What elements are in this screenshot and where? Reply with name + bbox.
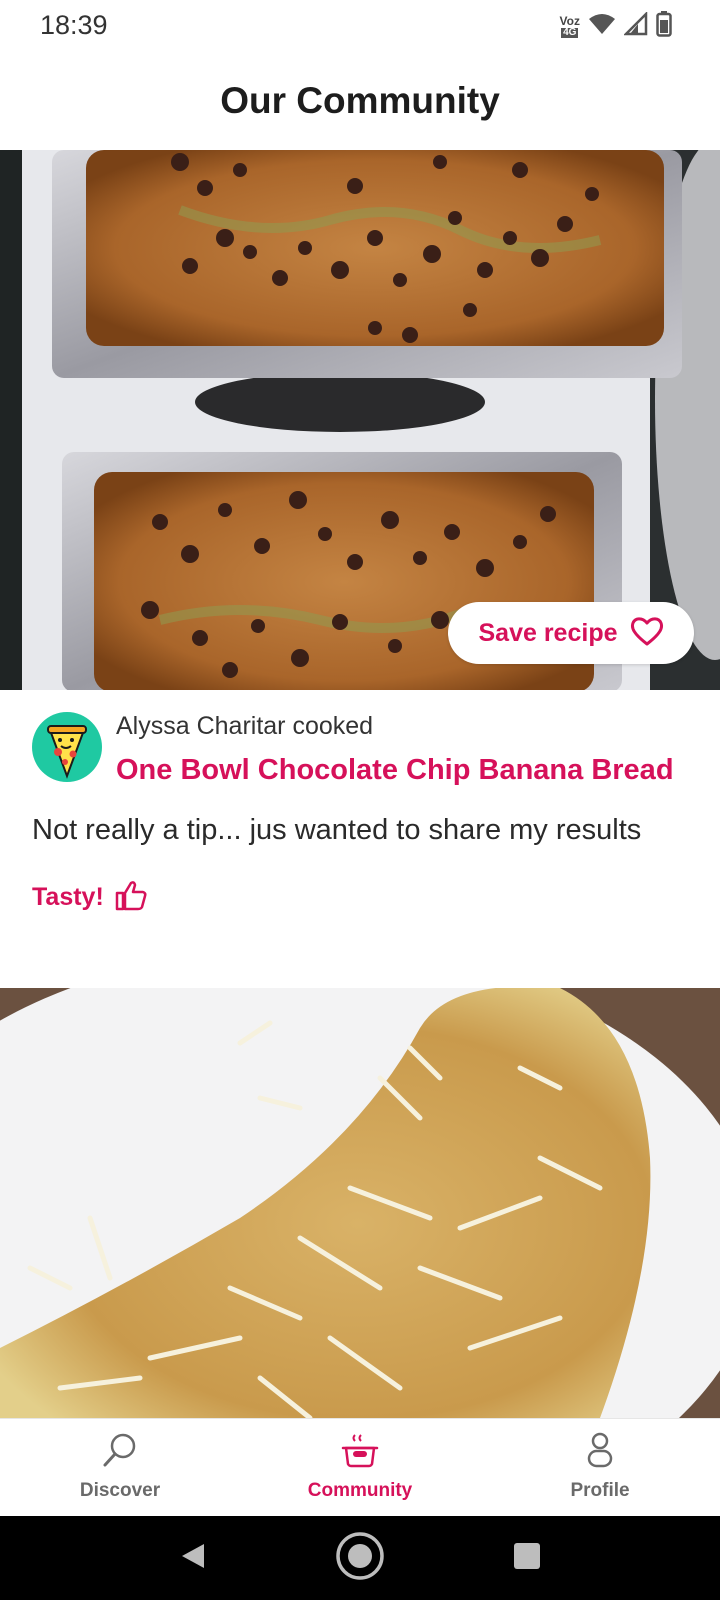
bottom-nav: Discover Community Profile <box>0 1418 720 1516</box>
volte-indicator: Voz 4G <box>560 15 580 38</box>
status-icons: Voz 4G <box>560 10 672 42</box>
author-line[interactable]: Alyssa Charitar cooked <box>116 712 373 741</box>
nav-community[interactable]: Community <box>240 1419 480 1516</box>
nav-discover-label: Discover <box>79 1480 161 1501</box>
system-nav-bar <box>0 1516 720 1600</box>
nav-discover[interactable]: Discover <box>0 1419 240 1516</box>
home-circle-icon <box>334 1530 386 1587</box>
page-header: Our Community <box>0 52 720 150</box>
network-type-label: 4G <box>561 26 579 38</box>
back-triangle-icon <box>178 1541 208 1576</box>
home-button[interactable] <box>330 1528 390 1588</box>
back-button[interactable] <box>163 1528 223 1588</box>
nav-community-label: Community <box>307 1480 413 1501</box>
heart-icon <box>630 616 664 651</box>
status-bar: 18:39 Voz 4G <box>0 0 720 52</box>
pot-icon <box>341 1431 379 1474</box>
page-title: Our Community <box>220 80 500 121</box>
thumbs-up-icon <box>114 878 148 917</box>
save-recipe-button[interactable]: Save recipe <box>448 602 694 664</box>
nav-profile-label: Profile <box>570 1480 630 1501</box>
tasty-label: Tasty! <box>32 883 104 911</box>
post-comment: Not really a tip... jus wanted to share … <box>32 814 642 846</box>
recipe-title-link[interactable]: One Bowl Chocolate Chip Banana Bread <box>116 754 674 787</box>
post-photo-omelette[interactable] <box>0 988 720 1418</box>
post-photo-banana-bread[interactable]: Save recipe <box>0 150 720 690</box>
community-feed[interactable]: Save recipe Alyssa Charitar cooked One B… <box>0 150 720 1418</box>
avatar[interactable] <box>32 712 102 782</box>
post-details: Alyssa Charitar cooked One Bowl Chocolat… <box>0 690 720 988</box>
battery-icon <box>656 10 672 42</box>
status-time: 18:39 <box>40 10 108 40</box>
save-recipe-label: Save recipe <box>478 618 618 647</box>
tasty-reaction[interactable]: Tasty! <box>32 878 148 917</box>
person-icon <box>581 1431 619 1474</box>
signal-icon <box>622 10 648 41</box>
nav-profile[interactable]: Profile <box>480 1419 720 1516</box>
volte-label: Voz <box>559 13 580 28</box>
search-icon <box>101 1431 139 1474</box>
recents-button[interactable] <box>497 1528 557 1588</box>
recents-square-icon <box>512 1541 542 1576</box>
wifi-icon <box>588 12 616 41</box>
